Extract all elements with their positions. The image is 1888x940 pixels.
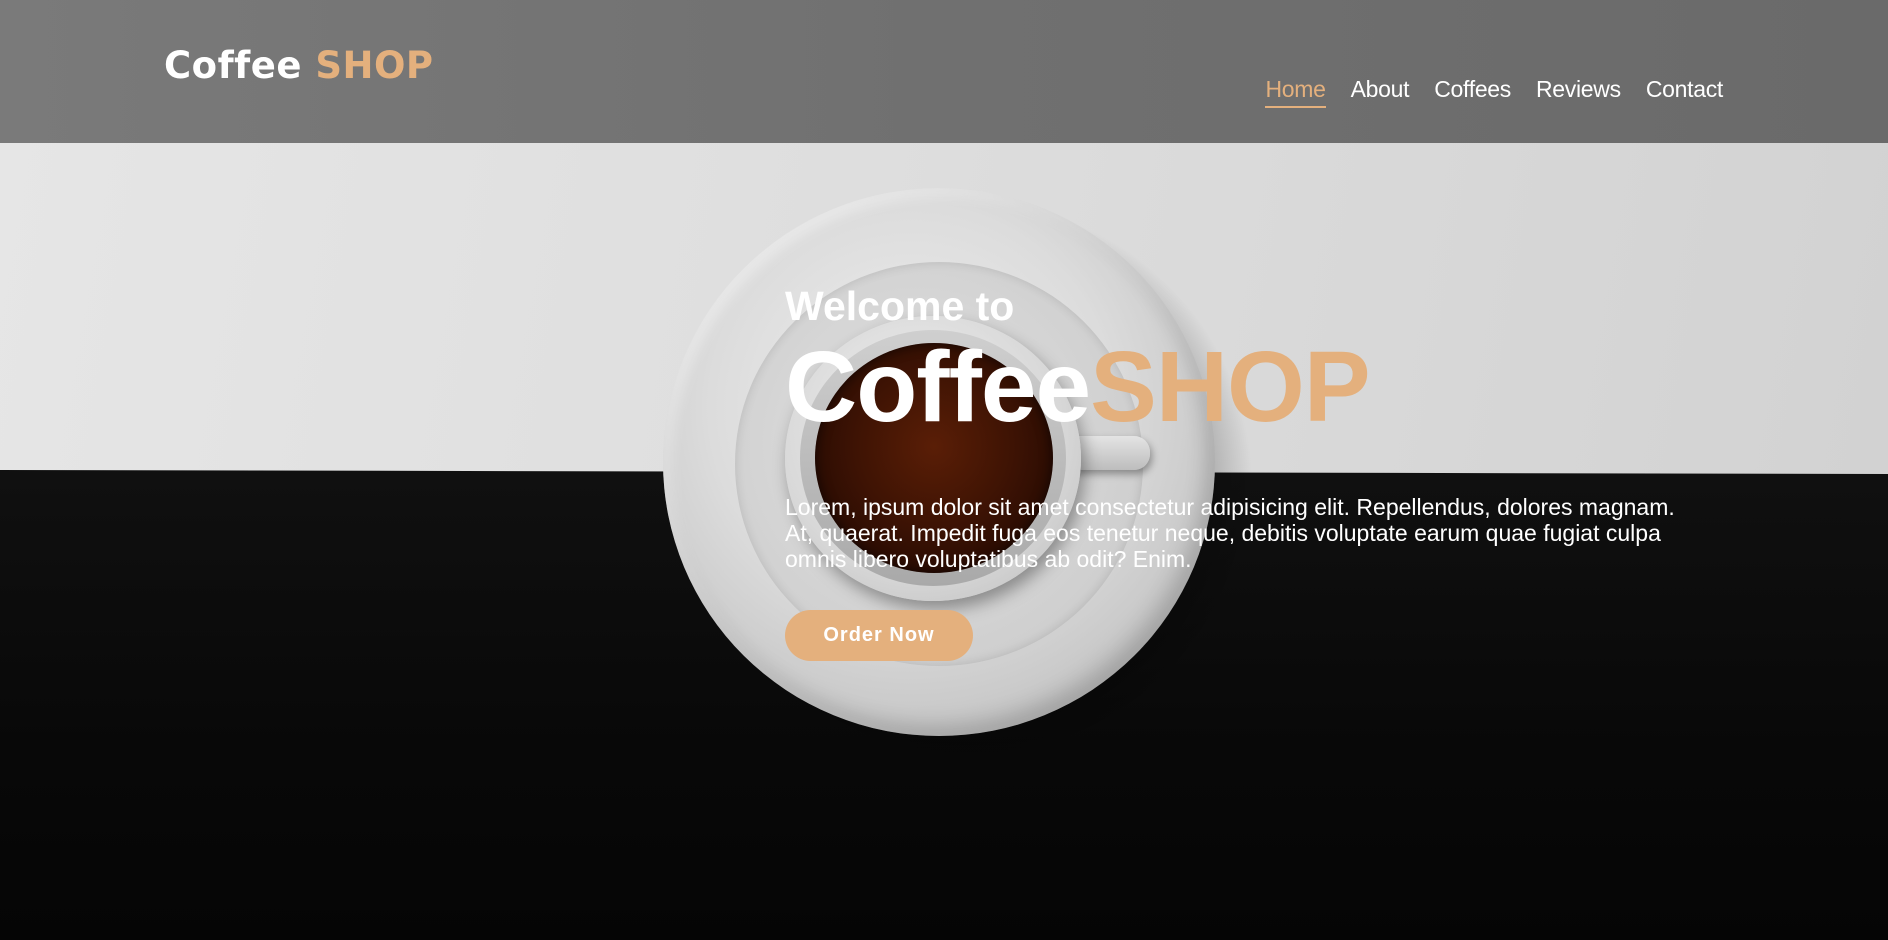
hero-title-coffee: Coffee (785, 331, 1091, 443)
hero-welcome-text: Welcome to (785, 283, 1015, 329)
nav-item-about[interactable]: About (1351, 76, 1410, 103)
hero-title: CoffeeSHOP (785, 332, 1705, 442)
site-header: Coffee SHOP Home About Coffees Reviews C… (0, 0, 1888, 143)
nav-item-reviews[interactable]: Reviews (1536, 76, 1621, 103)
nav-item-contact[interactable]: Contact (1646, 76, 1723, 103)
nav-item-coffees[interactable]: Coffees (1434, 76, 1511, 103)
nav-item-home[interactable]: Home (1265, 76, 1326, 108)
main-nav: Home About Coffees Reviews Contact (1240, 76, 1723, 108)
hero-title-shop: SHOP (1090, 331, 1370, 443)
logo-text-shop: SHOP (315, 44, 434, 87)
logo-text-coffee: Coffee (164, 44, 302, 87)
hero-description: Lorem, ipsum dolor sit amet consectetur … (785, 494, 1675, 572)
hero-content: Welcome to CoffeeSHOP Lorem, ipsum dolor… (785, 282, 1705, 661)
site-logo[interactable]: Coffee SHOP (164, 44, 434, 87)
order-now-button[interactable]: Order Now (785, 610, 973, 661)
landing-page: Coffee SHOP Home About Coffees Reviews C… (0, 0, 1888, 940)
